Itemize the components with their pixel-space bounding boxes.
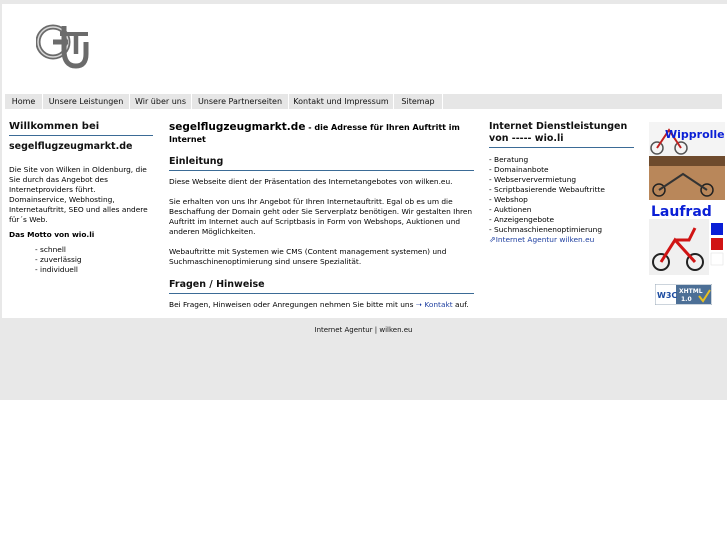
list-item: - zuverlässig — [35, 255, 82, 264]
nav-ueber-uns[interactable]: Wir über uns — [130, 94, 192, 109]
w3c-xhtml-badge-icon[interactable]: W3C XHTML 1.0 — [655, 284, 712, 305]
left-column: Willkommen bei segelflugzeugmarkt.de Die… — [9, 120, 153, 275]
list-item: - schnell — [35, 245, 66, 254]
list-item: - individuell — [35, 265, 78, 274]
list-item: - Beratung — [489, 155, 529, 164]
agency-link[interactable]: Internet Agentur wilken.eu — [496, 235, 595, 244]
site-name: segelflugzeugmarkt.de — [9, 141, 133, 152]
nav-sitemap[interactable]: Sitemap — [394, 94, 443, 109]
ad-banner[interactable]: Wipproller Laufrad — [649, 122, 725, 275]
badge-version-text: 1.0 — [681, 296, 692, 303]
divider — [489, 147, 634, 148]
nav-partnerseiten[interactable]: Unsere Partnerseiten — [192, 94, 289, 109]
service-paragraph: Sie erhalten von uns Ihr Angebot für Ihr… — [169, 197, 473, 236]
motto-title: Das Motto von wio.li — [9, 230, 95, 239]
page-title: segelflugzeugmarkt.de - die Adresse für … — [169, 121, 460, 144]
intro-paragraph: Diese Webseite dient der Präsentation de… — [169, 177, 453, 186]
contact-link[interactable]: Kontakt — [424, 300, 452, 309]
right-column: Internet Dienstleistungen von ----- wio.… — [489, 121, 634, 245]
welcome-heading: Willkommen bei — [9, 121, 100, 132]
list-item: - Anzeigengebote — [489, 215, 555, 224]
footer-text[interactable]: Internet Agentur | wilken.eu — [0, 326, 727, 334]
section-heading-fragen: Fragen / Hinweise — [169, 279, 265, 290]
list-item: - Scriptbasierende Webauftritte — [489, 185, 605, 194]
gw-logo-icon[interactable] — [36, 20, 94, 74]
services-heading: Internet Dienstleistungen von ----- wio.… — [489, 121, 628, 144]
intro-text: Die Site von Wilken in Oldenburg, die Si… — [9, 165, 148, 224]
badge-w3c-text: W3C — [657, 291, 677, 300]
agency-link-row: ⇗Internet Agentur wilken.eu — [489, 235, 634, 245]
ad-title-wipproller: Wipproller — [665, 128, 725, 141]
services-list: - Beratung - Domainanbote - Webserverver… — [489, 155, 634, 235]
section-heading-einleitung: Einleitung — [169, 156, 224, 167]
divider — [9, 135, 153, 136]
badge-xhtml-text: XHTML — [679, 288, 703, 295]
ad-image: Wipproller Laufrad — [649, 122, 725, 275]
cms-paragraph: Webauftritte mit Systemen wie CMS (Conte… — [169, 247, 447, 266]
divider — [169, 170, 474, 171]
nav-leistungen[interactable]: Unsere Leistungen — [43, 94, 130, 109]
nav-home[interactable]: Home — [5, 94, 43, 109]
list-item: - Webserververmietung — [489, 175, 577, 184]
ad-title-laufrad: Laufrad — [651, 204, 712, 220]
main-column: segelflugzeugmarkt.de - die Adresse für … — [169, 121, 474, 310]
external-link-icon: ⇗ — [489, 235, 496, 244]
list-item: - Domainanbote — [489, 165, 549, 174]
motto-list: - schnell - zuverlässig - individuell — [9, 245, 153, 275]
contact-line: Bei Fragen, Hinweisen oder Anregungen ne… — [169, 300, 469, 309]
main-nav: Home Unsere Leistungen Wir über uns Unse… — [5, 94, 722, 109]
arrow-right-icon: ➝ — [415, 300, 422, 309]
list-item: - Webshop — [489, 195, 528, 204]
divider — [169, 293, 474, 294]
list-item: - Suchmaschienenoptimierung — [489, 225, 603, 234]
list-item: - Auktionen — [489, 205, 532, 214]
nav-kontakt-impressum[interactable]: Kontakt und Impressum — [289, 94, 394, 109]
